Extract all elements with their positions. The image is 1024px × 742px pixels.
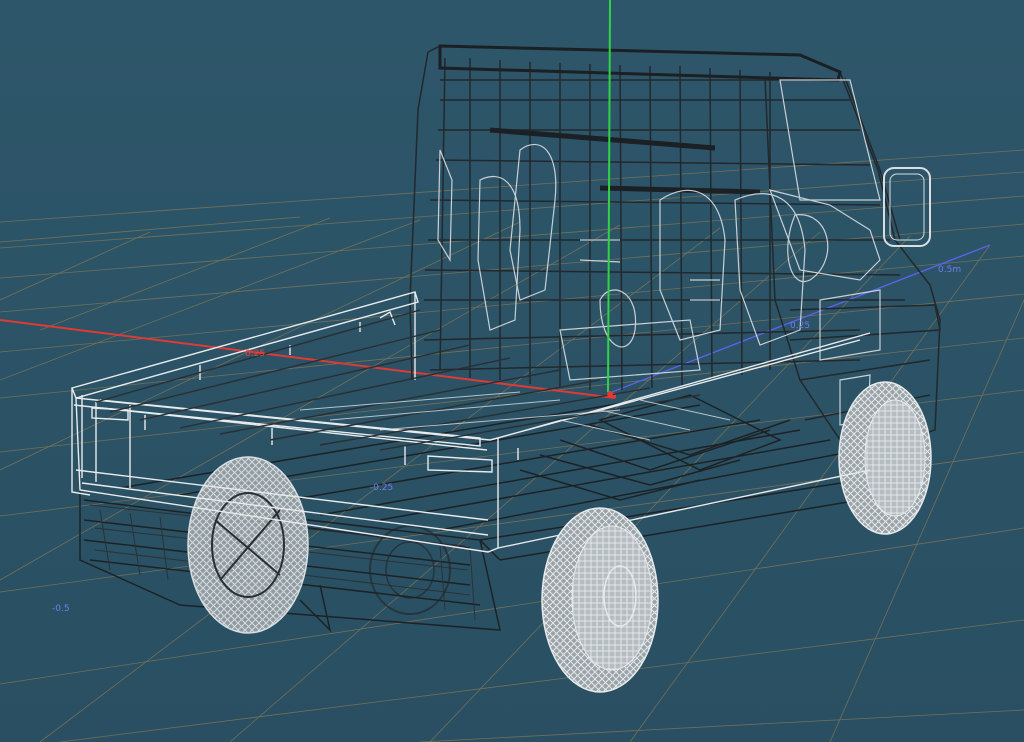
3d-viewport[interactable]: 0.5m 0.25 0.25 -0.25 -0.5 [0, 0, 1024, 742]
front-right-wheel [838, 381, 932, 535]
x-axis-label-0.25: 0.25 [245, 349, 265, 359]
axis-label-neg-0.25: -0.25 [370, 483, 393, 493]
z-axis-label-0.5: 0.5m [938, 265, 961, 275]
y-axis [607, 0, 611, 393]
viewport-canvas[interactable]: 0.5m 0.25 0.25 -0.25 -0.5 [0, 0, 1024, 742]
rear-right-wheel [369, 525, 451, 615]
front-left-wheel [541, 507, 659, 693]
origin-gizmo[interactable] [607, 391, 613, 397]
rear-left-wheel [187, 456, 309, 634]
axis-label-neg-0.5: -0.5 [52, 604, 70, 614]
z-axis-label-0.25: 0.25 [790, 321, 810, 331]
x-axis [0, 319, 616, 399]
truck-model[interactable] [71, 44, 941, 693]
